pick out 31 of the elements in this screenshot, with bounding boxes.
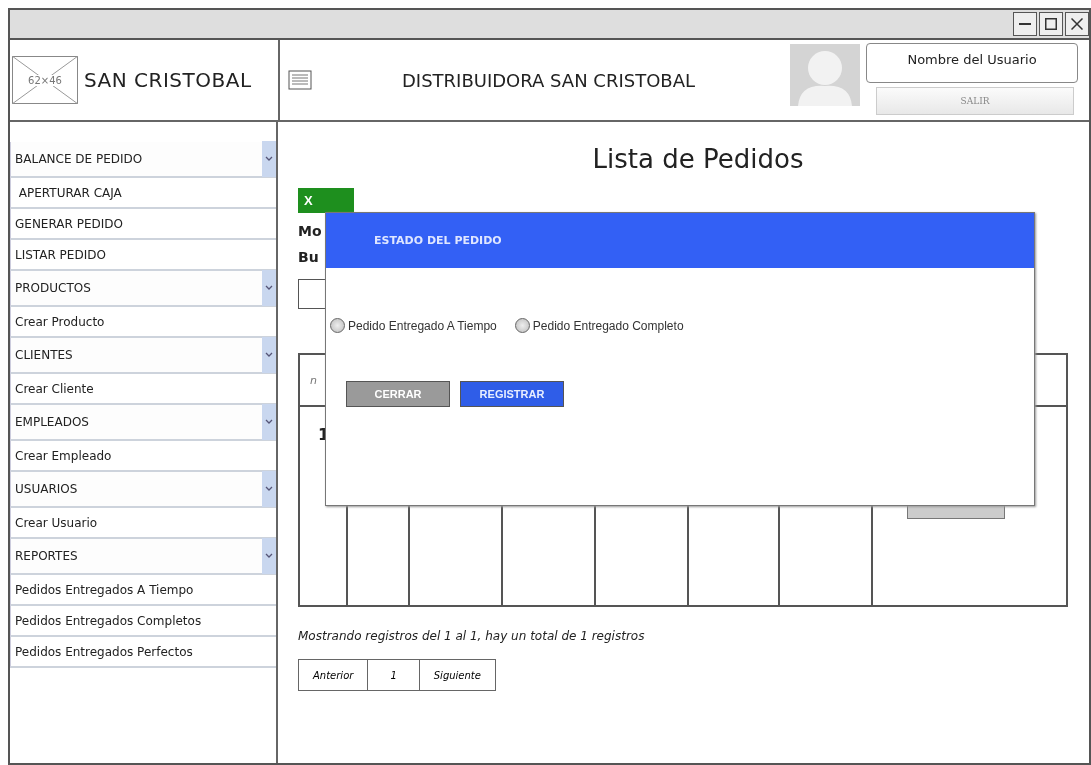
page-title: Lista de Pedidos [591, 144, 805, 174]
sidebar-menu-header[interactable]: PRODUCTOS [10, 271, 276, 307]
sidebar-item[interactable]: Pedidos Entregados A Tiempo [10, 575, 276, 606]
pagination-button[interactable]: Anterior [298, 659, 369, 691]
image-size-label: 62×46 [28, 74, 62, 86]
app-title: DISTRIBUIDORA SAN CRISTOBAL [402, 69, 696, 91]
show-label: Mo [298, 223, 323, 239]
sidebar-item[interactable]: LISTAR PEDIDO [10, 240, 276, 271]
sidebar-menu-header[interactable]: USUARIOS [10, 472, 276, 508]
sidebar-menu-header[interactable]: REPORTES [10, 539, 276, 575]
pagination-button[interactable]: Siguiente [418, 659, 496, 691]
sidebar-menu-header[interactable]: BALANCE DE PEDIDO [10, 142, 276, 178]
register-button[interactable]: REGISTRAR [460, 381, 564, 407]
sidebar-item[interactable]: Crear Empleado [10, 441, 276, 472]
sidebar-menu-header[interactable]: CLIENTES [10, 338, 276, 374]
export-button[interactable]: X [298, 188, 354, 213]
sidebar-item[interactable]: Crear Producto [10, 307, 276, 338]
sidebar-item[interactable]: Pedidos Entregados Perfectos [10, 637, 276, 668]
sidebar-item[interactable]: GENERAR PEDIDO [10, 209, 276, 240]
sidebar-menu-header[interactable]: EMPLEADOS [10, 405, 276, 441]
search-label: Bu [298, 249, 320, 265]
user-name: Nombre del Usuario [866, 43, 1078, 83]
column-header: n [310, 373, 317, 387]
sidebar-item[interactable]: Crear Usuario [10, 508, 276, 539]
sidebar-item[interactable]: APERTURAR CAJA [10, 178, 276, 209]
brand-name: SAN CRISTOBAL [84, 68, 252, 92]
pagination-button[interactable]: 1 [367, 659, 420, 691]
records-summary: Mostrando registros del 1 al 1, hay un total de 1 registros [298, 629, 646, 643]
sidebar-item[interactable]: Pedidos Entregados Completos [10, 606, 276, 637]
sidebar-item[interactable]: Crear Cliente [10, 374, 276, 405]
dialog-title: ESTADO DEL PEDIDO [374, 234, 502, 247]
